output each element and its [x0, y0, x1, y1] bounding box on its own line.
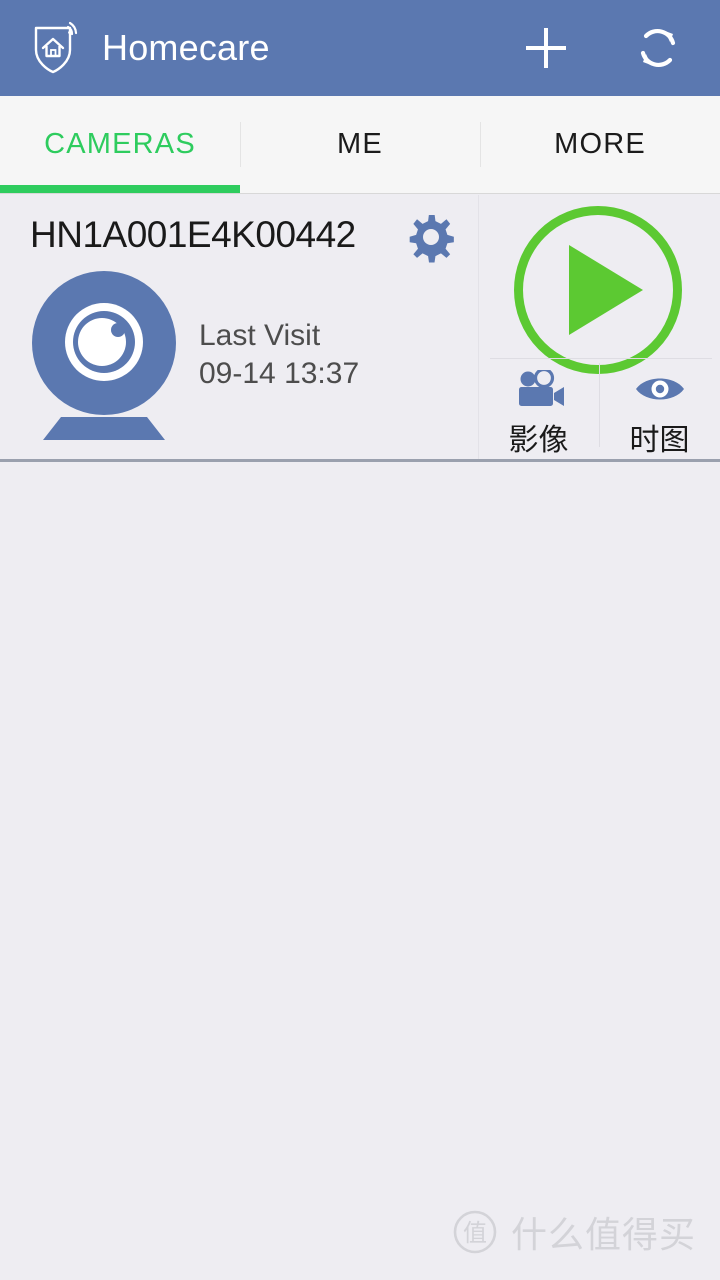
page-body: 值 什么值得买 — [0, 465, 720, 1280]
app-header: Homecare — [0, 0, 720, 96]
shield-home-wifi-icon — [34, 21, 78, 74]
tab-cameras-label: CAMERAS — [44, 128, 196, 160]
header-actions — [520, 22, 684, 74]
tab-more-label: MORE — [554, 128, 646, 160]
action-timeview-label: 时图 — [629, 423, 690, 458]
tab-me-label: ME — [337, 128, 383, 160]
movie-camera-icon-wrap — [513, 368, 565, 409]
last-visit-time: 09-14 13:37 — [199, 357, 360, 390]
last-visit-label: Last Visit — [199, 319, 321, 352]
tab-cameras[interactable]: CAMERAS — [0, 96, 240, 193]
plus-icon — [526, 28, 566, 68]
app-title: Homecare — [102, 27, 270, 68]
camera-card[interactable]: HN1A001E4K00442 Last Visit 09-14 13:37 影… — [0, 195, 720, 637]
action-video[interactable]: 影像 — [478, 359, 599, 459]
camera-card-controls: 影像 时图 — [478, 195, 720, 459]
action-row: 影像 时图 — [478, 359, 720, 459]
watermark-text: 什么值得买 — [510, 1215, 696, 1256]
tab-me[interactable]: ME — [240, 96, 480, 193]
webcam-icon — [32, 271, 176, 440]
eye-icon — [635, 378, 684, 399]
camera-card-info: HN1A001E4K00442 Last Visit 09-14 13:37 — [0, 195, 478, 637]
app-root: Homecare CAMERAS ME MORE HN1A001E4K00442… — [0, 0, 720, 1280]
action-timeview[interactable]: 时图 — [599, 359, 720, 459]
movie-camera-icon — [518, 369, 564, 406]
tab-bar: CAMERAS ME MORE — [0, 96, 720, 194]
svg-text:值: 值 — [463, 1219, 487, 1247]
action-video-label: 影像 — [508, 423, 569, 458]
device-id-label: HN1A001E4K00442 — [30, 214, 356, 255]
eye-icon-wrap — [634, 368, 686, 409]
watermark: 值 什么值得买 — [453, 1206, 696, 1258]
add-camera-button[interactable] — [520, 22, 572, 74]
refresh-sync-icon — [640, 29, 676, 67]
tab-active-indicator — [0, 185, 240, 193]
gear-icon — [409, 215, 454, 263]
tab-more[interactable]: MORE — [480, 96, 720, 193]
refresh-button[interactable] — [632, 22, 684, 74]
play-icon — [569, 245, 643, 335]
play-button[interactable] — [514, 206, 682, 374]
watermark-logo-icon: 值 — [453, 1210, 497, 1254]
last-visit-block: Last Visit 09-14 13:37 — [199, 317, 359, 393]
camera-settings-button[interactable] — [408, 214, 460, 266]
